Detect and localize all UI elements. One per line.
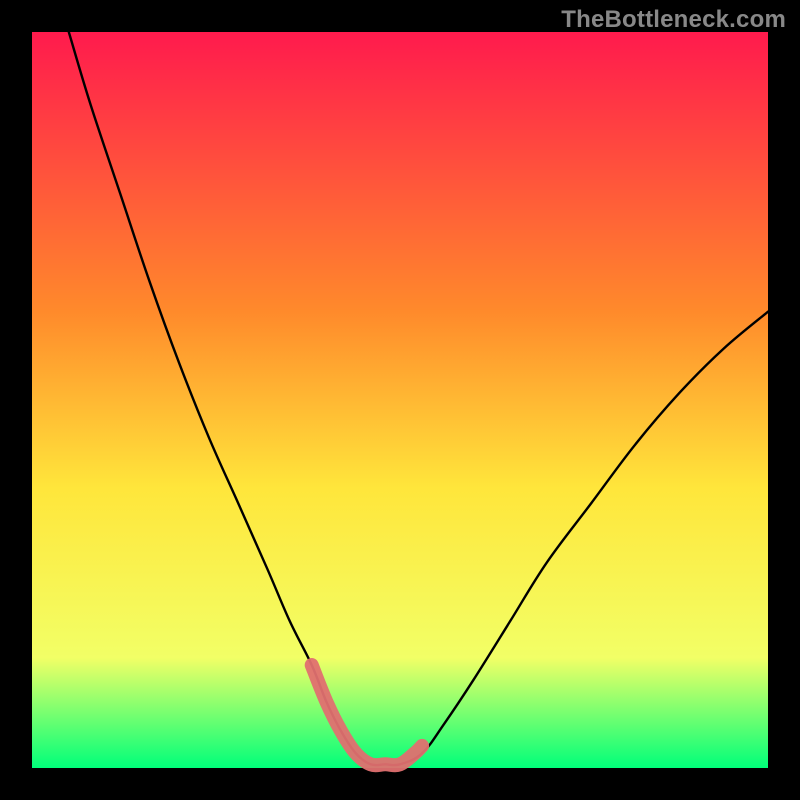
watermark-text: TheBottleneck.com <box>561 6 786 34</box>
bottleneck-chart <box>0 0 800 800</box>
chart-frame: { "watermark": "TheBottleneck.com", "col… <box>0 0 800 800</box>
plot-background <box>32 32 768 768</box>
